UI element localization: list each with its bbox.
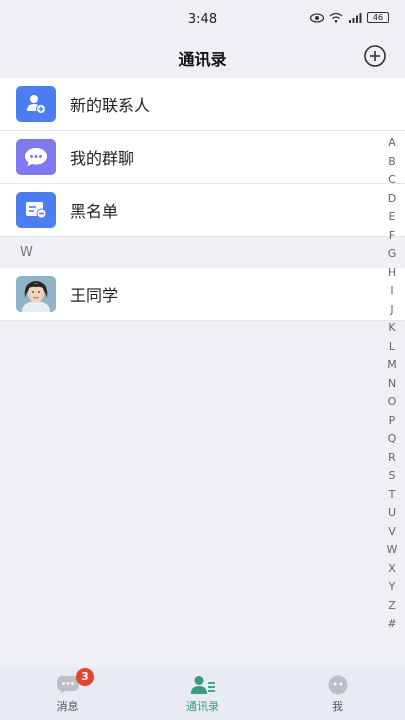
chat-bubble-icon — [16, 139, 56, 175]
profile-icon — [328, 675, 347, 695]
page-title: 通讯录 — [178, 50, 227, 69]
index-letter[interactable]: A — [385, 134, 399, 153]
index-letter[interactable]: K — [385, 319, 399, 338]
unread-badge: 3 — [76, 668, 94, 686]
index-letter[interactable]: M — [385, 356, 399, 375]
index-letter[interactable]: L — [385, 338, 399, 357]
index-letter[interactable]: B — [385, 153, 399, 172]
index-letter[interactable]: Z — [385, 597, 399, 616]
index-letter[interactable]: O — [385, 393, 399, 412]
eye-icon — [310, 12, 324, 23]
tab-messages-label: 消息 — [56, 700, 79, 713]
status-icons: 46 — [310, 12, 389, 23]
index-letter[interactable]: I — [385, 282, 399, 301]
index-letter[interactable]: R — [385, 449, 399, 468]
contacts-icon — [190, 676, 215, 694]
battery-icon: 46 — [367, 12, 389, 23]
section-header: W — [0, 238, 405, 268]
index-letter[interactable]: C — [385, 171, 399, 190]
avatar — [16, 276, 56, 312]
index-letter[interactable]: N — [385, 375, 399, 394]
tab-me[interactable]: 我 — [270, 667, 405, 720]
tab-me-label: 我 — [332, 700, 343, 713]
index-letter[interactable]: Y — [385, 578, 399, 597]
index-letter[interactable]: F — [385, 227, 399, 246]
new-contacts-label: 新的联系人 — [70, 96, 151, 115]
index-letter[interactable]: S — [385, 467, 399, 486]
alphabet-index[interactable]: A B C D E F G H I J K L M N O P Q R S T U V W X Y Z # — [385, 134, 399, 634]
index-letter[interactable]: Q — [385, 430, 399, 449]
new-contacts-item[interactable]: 新的联系人 — [0, 78, 405, 131]
index-letter[interactable]: W — [385, 541, 399, 560]
wifi-icon — [329, 12, 343, 23]
tab-contacts-label: 通讯录 — [186, 700, 219, 713]
index-letter[interactable]: P — [385, 412, 399, 431]
plus-circle-icon[interactable] — [363, 44, 387, 68]
index-letter[interactable]: U — [385, 504, 399, 523]
index-letter[interactable]: G — [385, 245, 399, 264]
index-letter[interactable]: D — [385, 190, 399, 209]
blacklist-item[interactable]: 黑名单 — [0, 184, 405, 237]
index-letter[interactable]: V — [385, 523, 399, 542]
status-bar: 3:48 46 — [0, 0, 405, 40]
index-letter[interactable]: # — [385, 615, 399, 634]
nav-bar: 通讯录 — [0, 40, 405, 78]
index-letter[interactable]: J — [385, 301, 399, 320]
contact-name: 王同学 — [70, 286, 119, 305]
my-groups-item[interactable]: 我的群聊 — [0, 131, 405, 184]
blacklist-label: 黑名单 — [70, 202, 119, 221]
tab-bar: 3 消息 通讯录 我 — [0, 667, 405, 720]
tab-messages[interactable]: 3 消息 — [0, 667, 135, 720]
index-letter[interactable]: X — [385, 560, 399, 579]
index-letter[interactable]: T — [385, 486, 399, 505]
blacklist-card-icon — [16, 192, 56, 228]
add-contact-icon — [16, 86, 56, 122]
tab-contacts[interactable]: 通讯录 — [135, 667, 270, 720]
index-letter[interactable]: E — [385, 208, 399, 227]
my-groups-label: 我的群聊 — [70, 149, 135, 168]
index-letter[interactable]: H — [385, 264, 399, 283]
contact-item[interactable]: 王同学 — [0, 268, 405, 321]
menu-list: 新的联系人 我的群聊 黑名单 — [0, 78, 405, 237]
signal-icon — [349, 13, 362, 23]
section-letter: W — [20, 245, 33, 260]
